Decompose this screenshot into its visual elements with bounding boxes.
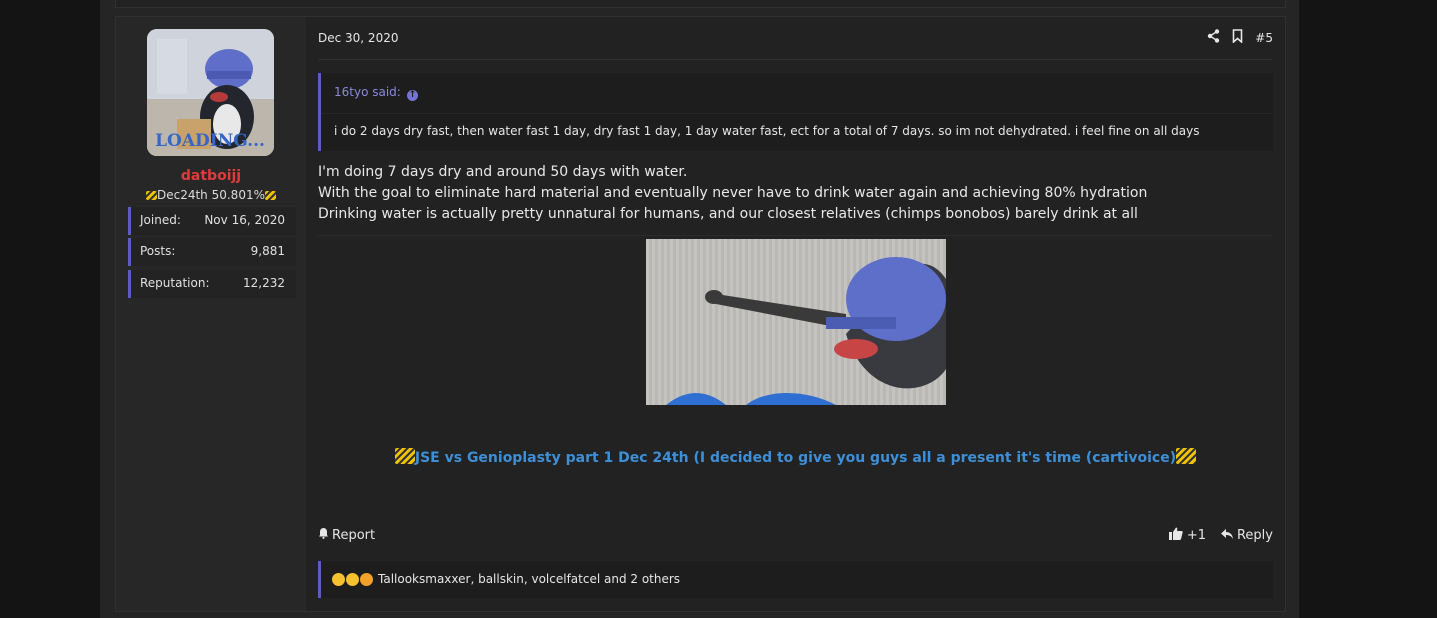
previous-post xyxy=(115,0,1286,8)
construction-cone-icon xyxy=(145,191,157,200)
avatar-image: LOADING... xyxy=(147,29,274,156)
quote-author[interactable]: 16tyo said: xyxy=(334,85,401,99)
stat-label: Posts: xyxy=(140,244,176,258)
post-footer-actions: +1 Reply xyxy=(1168,527,1273,544)
heart-eyes-emoji-icon xyxy=(360,572,373,586)
reply-icon[interactable] xyxy=(1220,528,1234,544)
page-container: LOADING... datboijj Dec24th 50.801% Join… xyxy=(100,0,1299,618)
post-body: I'm doing 7 days dry and around 50 days … xyxy=(318,162,1147,225)
like-count: +1 xyxy=(1186,528,1206,543)
user-title: Dec24th 50.801% xyxy=(116,188,306,202)
report-button[interactable]: Report xyxy=(318,527,375,543)
avatar[interactable]: LOADING... xyxy=(147,29,274,156)
stat-label: Joined: xyxy=(140,213,181,227)
stat-value: 12,232 xyxy=(243,276,285,290)
arrow-up-circle-icon[interactable]: ↑ xyxy=(406,90,418,101)
construction-cone-icon xyxy=(265,191,276,200)
laughing-emoji-icon xyxy=(332,572,345,586)
post-body-line: I'm doing 7 days dry and around 50 days … xyxy=(318,164,688,180)
thumbs-up-icon[interactable] xyxy=(1168,527,1183,544)
stat-label: Reputation: xyxy=(140,276,210,290)
stat-reputation: Reputation: 12,232 xyxy=(128,270,296,298)
report-label[interactable]: Report xyxy=(332,528,375,543)
header-divider xyxy=(318,59,1273,60)
post-content: Dec 30, 2020 #5 16tyo said: ↑ i do 2 days… xyxy=(318,17,1273,611)
stat-joined: Joined: Nov 16, 2020 xyxy=(128,207,296,235)
stat-value: Nov 16, 2020 xyxy=(204,213,285,227)
quote-author-link[interactable]: 16tyo said: ↑ xyxy=(334,85,418,101)
bell-icon xyxy=(318,527,329,543)
quote-header: 16tyo said: ↑ xyxy=(321,73,1273,114)
reactions-summary[interactable]: Tallooksmaxxer, ballskin, volcelfatcel a… xyxy=(332,572,680,586)
reactions-text[interactable]: Tallooksmaxxer, ballskin, volcelfatcel a… xyxy=(378,572,680,586)
stat-value: 9,881 xyxy=(250,244,285,258)
bookmark-icon[interactable] xyxy=(1232,29,1243,47)
shocked-emoji-icon xyxy=(346,572,359,586)
like-button[interactable]: +1 xyxy=(1168,527,1206,544)
signature-link[interactable]: JSE vs Genioplasty part 1 Dec 24th (I de… xyxy=(318,448,1273,466)
construction-cone-icon xyxy=(1176,448,1197,464)
reactions-bar[interactable]: Tallooksmaxxer, ballskin, volcelfatcel a… xyxy=(318,561,1273,598)
forum-post: LOADING... datboijj Dec24th 50.801% Join… xyxy=(115,16,1286,612)
signature-image xyxy=(646,239,946,405)
username[interactable]: datboijj xyxy=(116,168,306,184)
quote-text: i do 2 days dry fast, then water fast 1 … xyxy=(334,124,1200,138)
post-date[interactable]: Dec 30, 2020 xyxy=(318,31,398,45)
post-actions: #5 xyxy=(1207,29,1273,47)
user-title-text: Dec24th 50.801% xyxy=(156,188,265,202)
quote-block: 16tyo said: ↑ i do 2 days dry fast, then … xyxy=(318,73,1273,151)
post-body-line: With the goal to eliminate hard material… xyxy=(318,185,1148,201)
stat-posts: Posts: 9,881 xyxy=(128,238,296,266)
construction-cone-icon xyxy=(394,448,415,464)
svg-text:LOADING...: LOADING... xyxy=(155,131,265,151)
post-number[interactable]: #5 xyxy=(1255,31,1273,45)
post-body-line: Drinking water is actually pretty unnatu… xyxy=(318,206,1138,222)
signature-link-text[interactable]: JSE vs Genioplasty part 1 Dec 24th (I de… xyxy=(415,450,1176,466)
share-icon[interactable] xyxy=(1207,29,1220,47)
reply-button[interactable]: Reply xyxy=(1220,528,1273,544)
reply-label[interactable]: Reply xyxy=(1237,528,1273,543)
signature-divider xyxy=(318,235,1273,236)
user-info-column: LOADING... datboijj Dec24th 50.801% Join… xyxy=(116,17,306,611)
